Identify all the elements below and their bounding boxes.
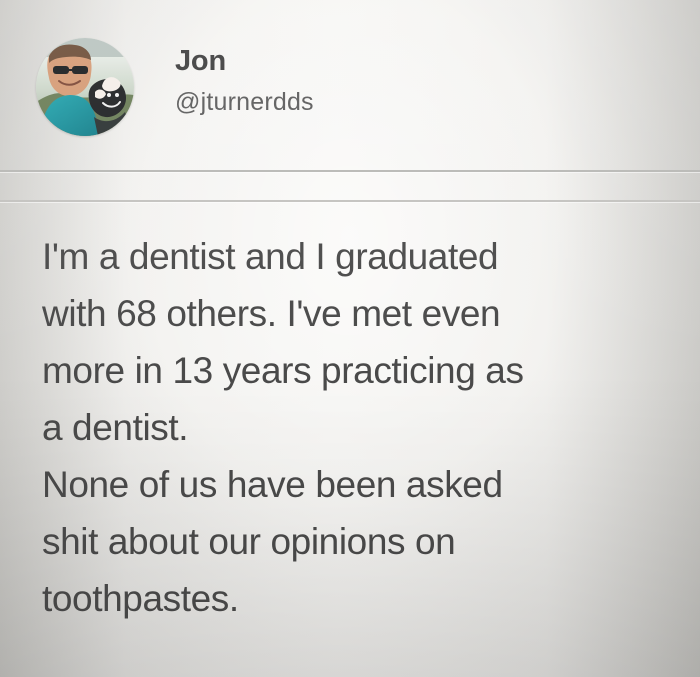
header-divider-bottom bbox=[0, 200, 700, 202]
post-body: I'm a dentist and I graduated with 68 ot… bbox=[42, 228, 652, 627]
profile-avatar[interactable] bbox=[36, 38, 134, 136]
post-body-line: a dentist. bbox=[42, 407, 189, 448]
post-body-line: None of us have been asked bbox=[42, 464, 503, 505]
profile-photo-icon bbox=[36, 38, 134, 136]
post-body-line: more in 13 years practicing as bbox=[42, 350, 524, 391]
post-body-line: toothpastes. bbox=[42, 578, 239, 619]
username[interactable]: @jturnerdds bbox=[175, 87, 314, 117]
social-post-card: Jon @jturnerdds I'm a dentist and I grad… bbox=[0, 0, 700, 677]
post-body-line: shit about our opinions on bbox=[42, 521, 456, 562]
post-body-line: I'm a dentist and I graduated bbox=[42, 236, 499, 277]
post-body-line: with 68 others. I've met even bbox=[42, 293, 501, 334]
display-name[interactable]: Jon bbox=[175, 44, 226, 78]
post-header: Jon @jturnerdds bbox=[0, 0, 700, 170]
header-divider-top bbox=[0, 170, 700, 172]
